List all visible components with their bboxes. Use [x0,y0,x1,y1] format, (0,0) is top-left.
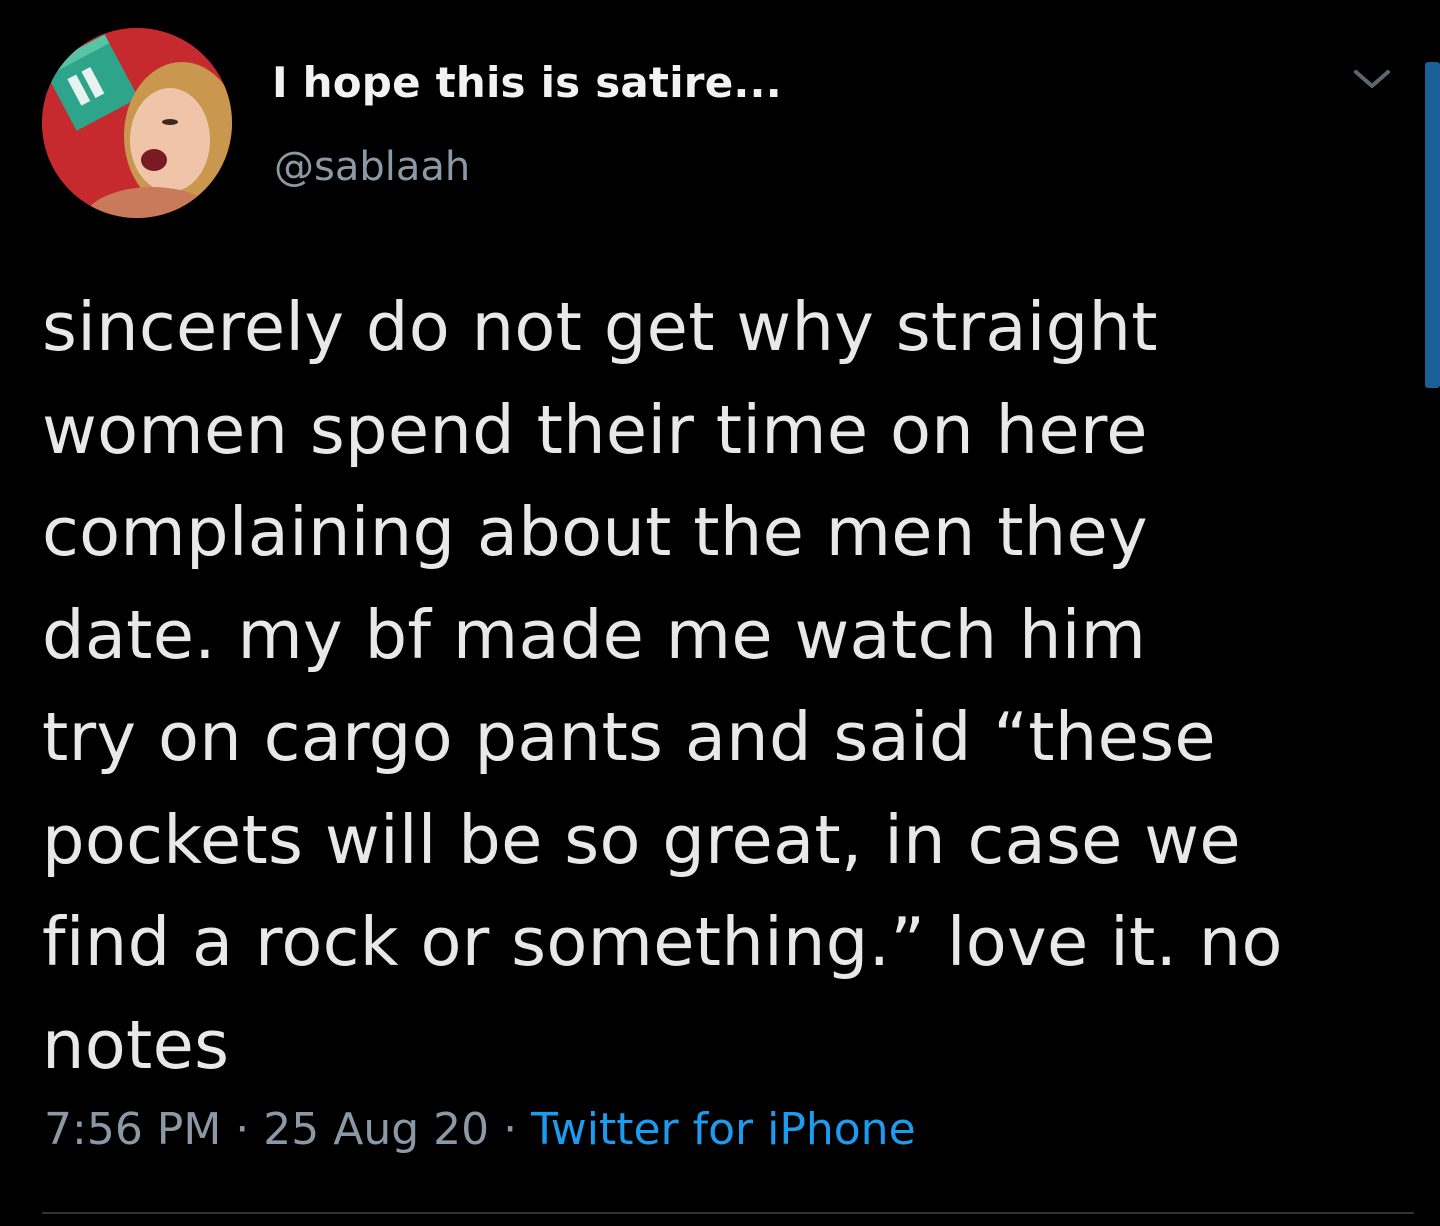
tweet: I hope this is satire... @sablaah sincer… [0,0,1440,1226]
user-handle[interactable]: @sablaah [274,144,470,190]
meta-separator: · [503,1104,518,1155]
tweet-source-link[interactable]: Twitter for iPhone [531,1104,915,1155]
tweet-text-line: date. my bf made me watch him [42,595,1147,674]
avatar[interactable] [42,28,232,218]
scrollbar-thumb[interactable] [1425,62,1440,388]
tweet-date[interactable]: 25 Aug 20 [263,1104,489,1155]
chevron-down-icon[interactable] [1350,62,1394,98]
divider [42,1212,1414,1214]
profile-photo-icon [42,28,232,218]
tweet-text-line: pockets will be so great, in case we [42,800,1241,879]
display-name[interactable]: I hope this is satire... [272,58,782,107]
tweet-text-line: find a rock or something.” love it. no [42,903,1283,981]
tweet-time[interactable]: 7:56 PM [44,1104,221,1155]
tweet-text-line: notes [42,1005,230,1084]
meta-separator: · [235,1104,250,1155]
tweet-text-line: try on cargo pants and said “these [42,698,1216,776]
tweet-text: sincerely do not get why straight women … [42,276,1372,1096]
tweet-text-line: sincerely do not get why straight [42,288,1158,366]
tweet-text-line: complaining about the men they [42,493,1148,571]
tweet-text-line: women spend their time on here [42,390,1148,469]
tweet-metadata: 7:56 PM · 25 Aug 20 · Twitter for iPhone [44,1104,916,1155]
